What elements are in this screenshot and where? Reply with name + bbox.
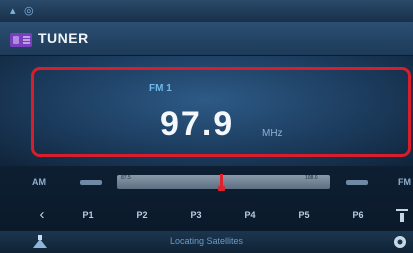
seek-up-button[interactable]: [346, 180, 368, 185]
status-bar: ▴ ◎: [0, 0, 413, 22]
frequency-unit: MHz: [262, 128, 283, 139]
preset-button-p4[interactable]: P4: [228, 204, 272, 226]
settings-icon[interactable]: [390, 233, 410, 251]
frequency-value: 97.9: [160, 105, 235, 143]
tuner-icon: [10, 33, 32, 47]
signal-icon: ▴: [10, 5, 16, 17]
preset-button-p5[interactable]: P5: [282, 204, 326, 226]
list-icon[interactable]: [392, 204, 412, 226]
status-text: Locating Satellites: [170, 236, 244, 246]
preset-button-p2[interactable]: P2: [120, 204, 164, 226]
band-label: FM 1: [149, 83, 172, 94]
tuner-screen: ▴ ◎ TUNER FM 1 97.9 MHz AM 87.5 108.0 FM…: [0, 0, 413, 253]
frequency-bar-max: 108.0: [305, 175, 318, 181]
frequency-indicator-thumb: [218, 186, 225, 191]
title-bar: TUNER: [0, 22, 413, 56]
page-title: TUNER: [38, 30, 89, 46]
tuning-row: AM 87.5 108.0 FM: [0, 168, 413, 198]
preset-button-p6[interactable]: P6: [336, 204, 380, 226]
fm-button[interactable]: FM: [398, 177, 411, 187]
source-icon[interactable]: [30, 233, 50, 251]
chevron-left-icon[interactable]: ‹: [32, 204, 52, 226]
frequency-bar-min: 87.5: [121, 175, 131, 181]
seek-down-button[interactable]: [80, 180, 102, 185]
preset-row: ‹ P1 P2 P3 P4 P5 P6: [0, 200, 413, 230]
preset-button-p3[interactable]: P3: [174, 204, 218, 226]
preset-button-p1[interactable]: P1: [66, 204, 110, 226]
gps-icon: ◎: [24, 5, 34, 17]
am-button[interactable]: AM: [32, 177, 46, 187]
bottom-bar: Locating Satellites: [0, 231, 413, 253]
